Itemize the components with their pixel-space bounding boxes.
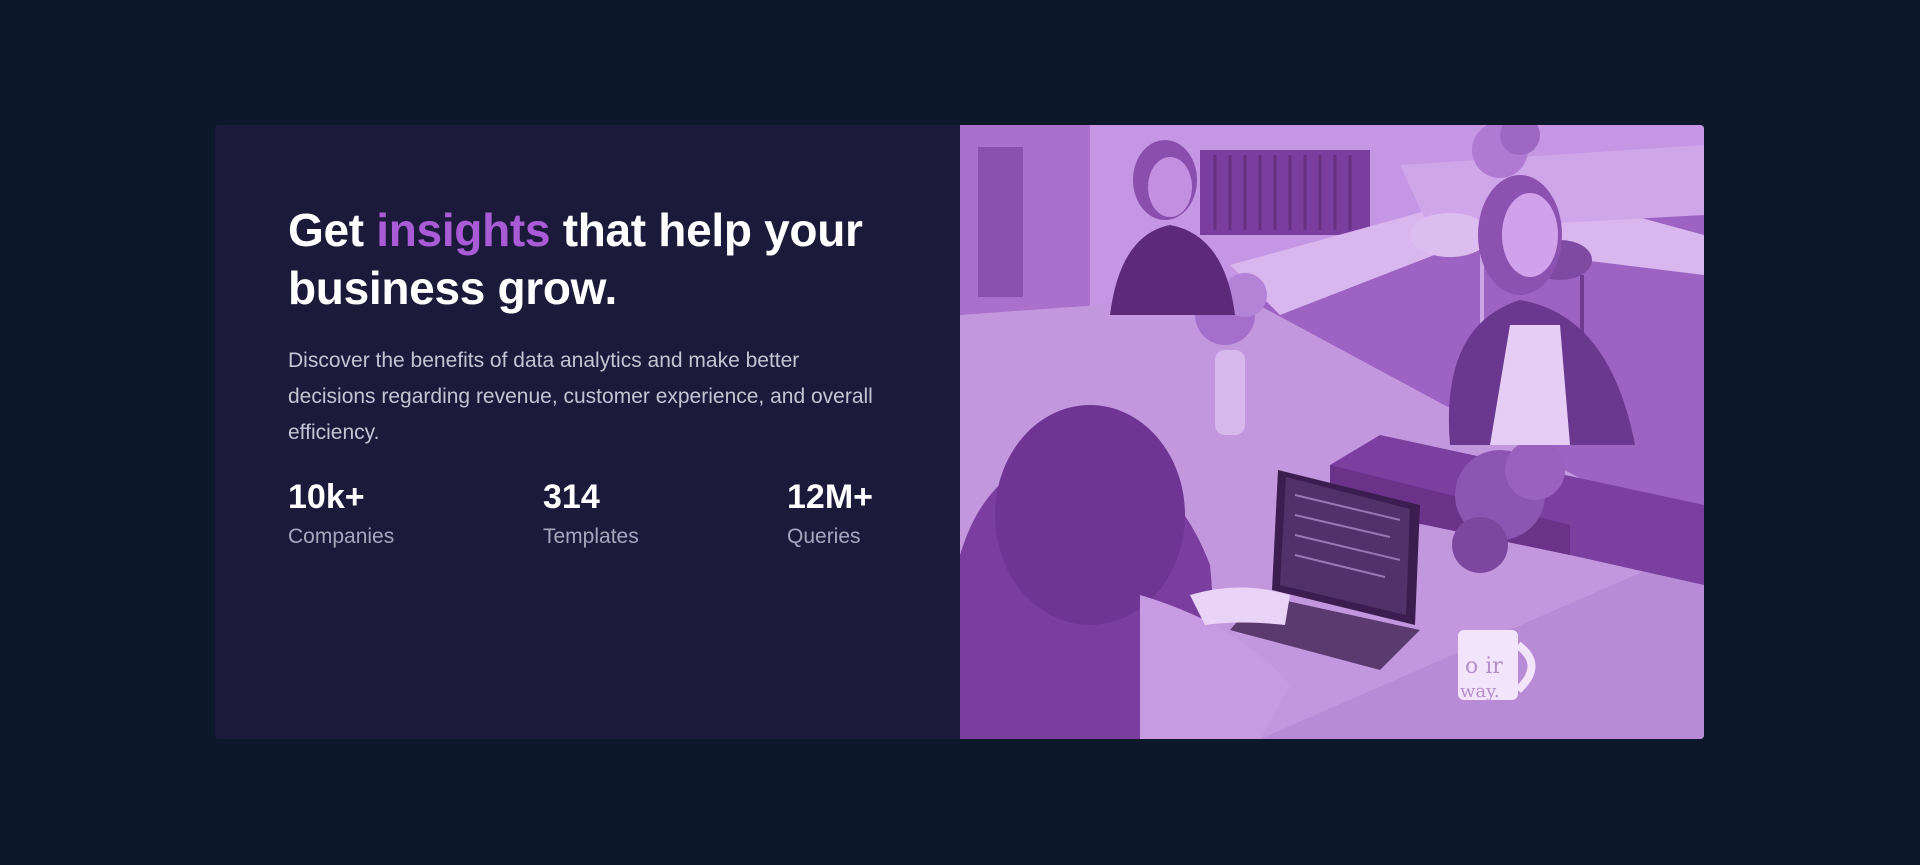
hero-text-panel: Get insights that help your business gro… xyxy=(215,125,960,739)
stats-row: 10k+ Companies 314 Templates 12M+ Querie… xyxy=(288,477,908,567)
headline-accent-word: insights xyxy=(376,204,551,256)
mug-text-1: o ir xyxy=(1465,654,1503,679)
hero-description: Discover the benefits of data analytics … xyxy=(288,349,873,444)
stat-value: 314 xyxy=(543,478,600,516)
stat-label: Companies xyxy=(288,525,395,548)
stat-value: 10k+ xyxy=(288,478,365,516)
headline-prefix: Get xyxy=(288,204,377,256)
stat-queries: 12M+ Queries xyxy=(787,477,873,552)
hero-image: o ir way. xyxy=(960,125,1704,739)
hero-card: Get insights that help your business gro… xyxy=(215,125,1704,739)
stat-value: 12M+ xyxy=(787,478,873,516)
stat-companies: 10k+ Companies xyxy=(288,477,394,552)
hero-headline: Get insights that help your business gro… xyxy=(288,201,908,317)
mug-text-2: way. xyxy=(1460,681,1500,702)
stat-templates: 314 Templates xyxy=(543,477,639,552)
stat-label: Queries xyxy=(787,525,861,548)
stat-label: Templates xyxy=(543,525,639,548)
office-photo-illustration: o ir way. xyxy=(960,125,1704,739)
